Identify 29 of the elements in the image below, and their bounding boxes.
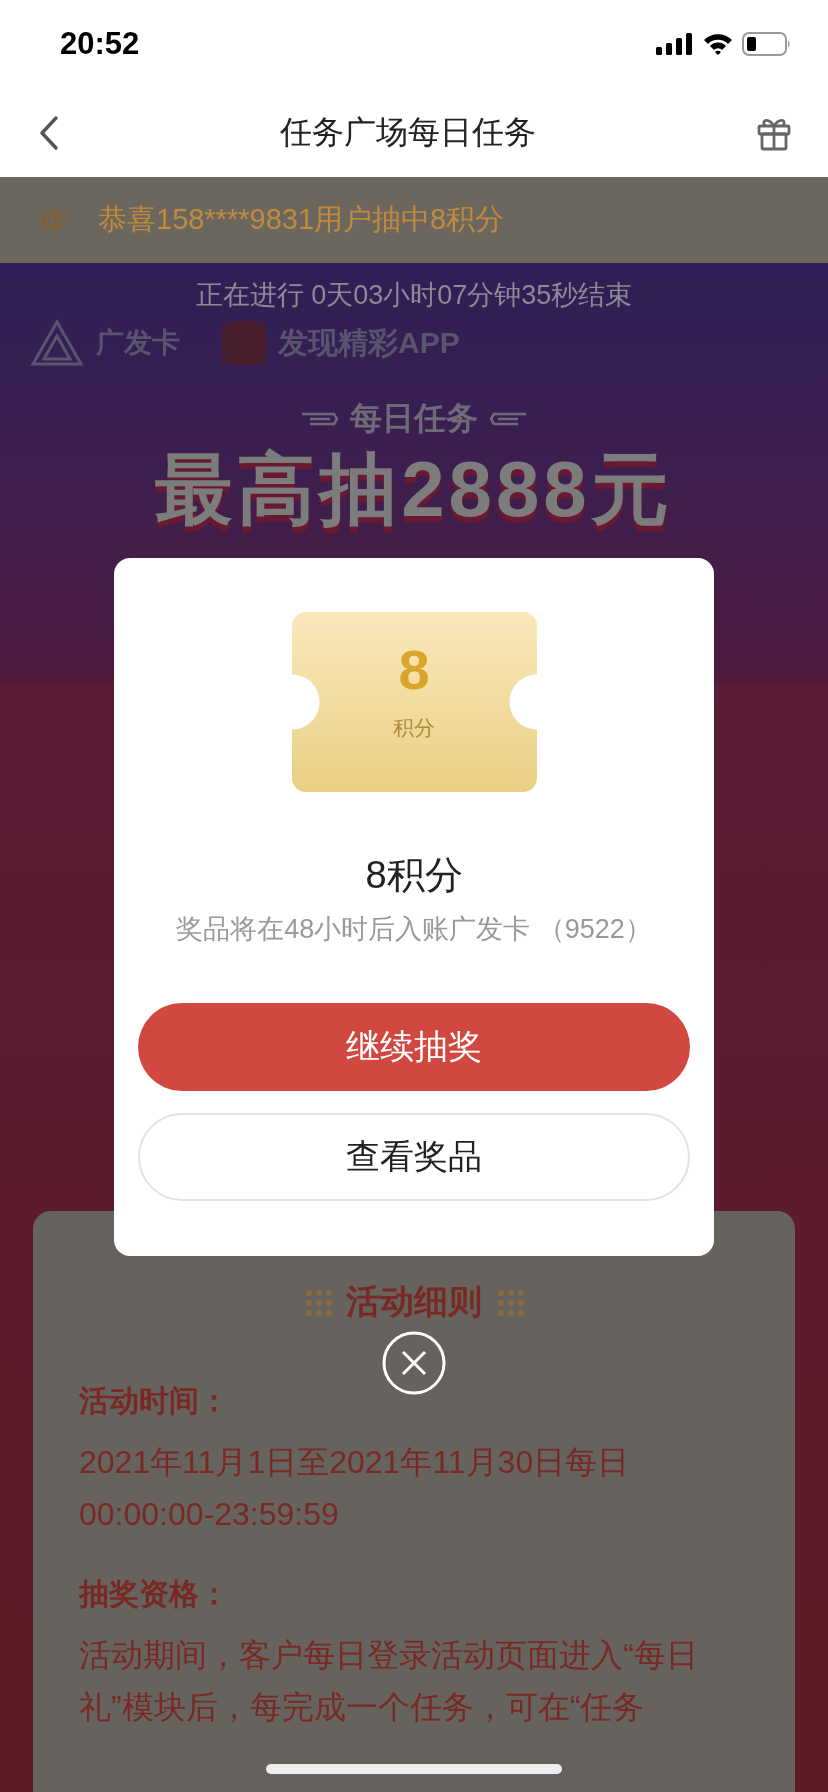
banner-headline: 最高抽2888元	[155, 449, 673, 531]
speed-lines-icon	[300, 411, 340, 427]
dots-icon	[304, 1288, 332, 1316]
dialog-button[interactable]: 查看奖品	[138, 1113, 690, 1201]
notice-text: 恭喜158****9831用户抽中8积分	[98, 202, 505, 237]
banner-subtitle: 每日任务	[350, 399, 478, 438]
back-icon[interactable]	[38, 114, 60, 151]
status-time: 20:52	[60, 26, 140, 62]
battery-icon	[742, 31, 792, 57]
prize-title: 8积分	[365, 853, 463, 898]
signal-icon	[656, 32, 694, 56]
prize-note: 奖品将在48小时后入账广发卡 （9522）	[176, 913, 652, 946]
rules-title: 活动细则	[346, 1281, 482, 1322]
ticket-value: 8	[398, 642, 430, 698]
rules-heading: 抽奖资格：	[79, 1576, 230, 1612]
rules-paragraph: 活动期间，客户每日登录活动页面进入“每日 礼”模块后，每完成一个任务，可在“任务	[79, 1636, 699, 1727]
countdown-text: 正在进行 0天03小时07分钟35秒结束	[195, 279, 633, 312]
logo-icon	[30, 319, 84, 367]
dialog-button[interactable]: 继续抽奖	[138, 1003, 690, 1091]
page-title: 任务广场每日任务	[280, 112, 536, 152]
rules-paragraph: 2021年11月1日至2021年11月30日每日 00:00:00-23:59:59	[79, 1443, 631, 1534]
app-icon	[222, 321, 266, 365]
wifi-icon	[702, 32, 734, 56]
ticket-unit: 积分	[393, 715, 435, 741]
close-icon[interactable]	[381, 1330, 447, 1396]
speaker-icon	[40, 206, 68, 234]
rules-heading: 活动时间：	[79, 1383, 230, 1419]
speed-lines-icon	[488, 411, 528, 427]
dots-icon	[496, 1288, 524, 1316]
